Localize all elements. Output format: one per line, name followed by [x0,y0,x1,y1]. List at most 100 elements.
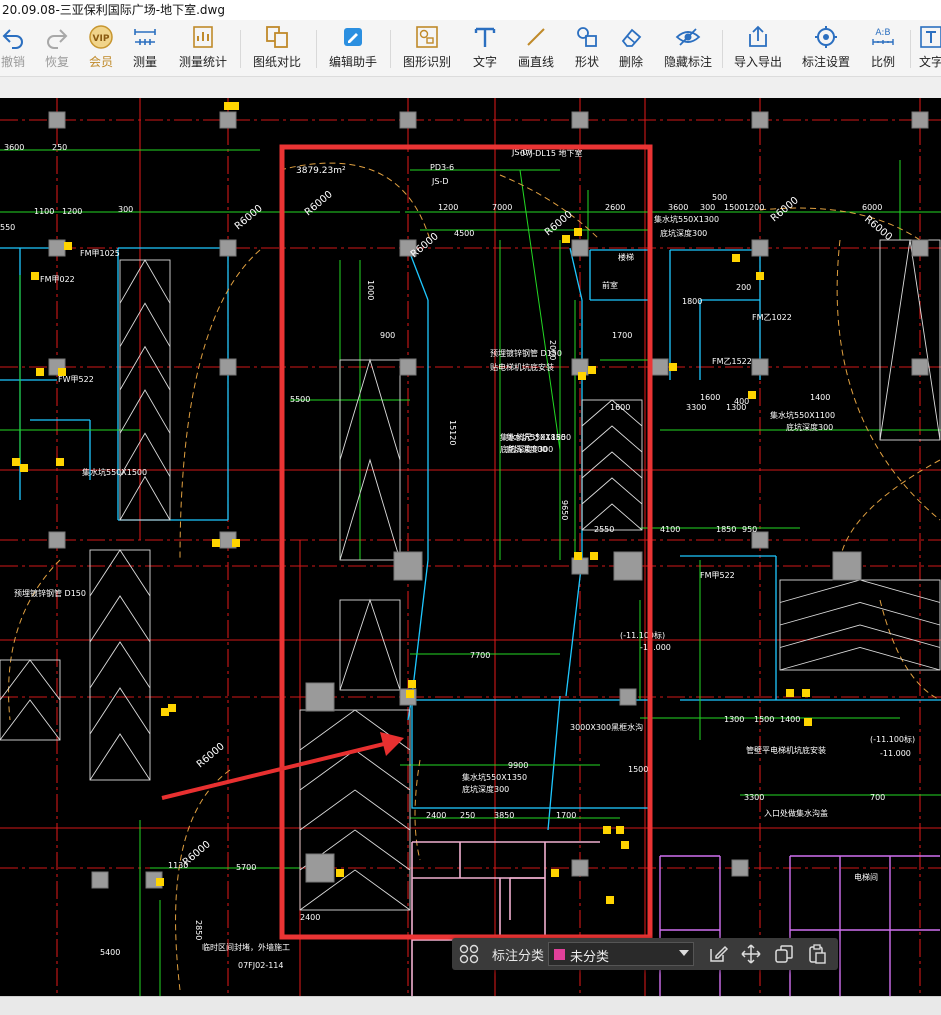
grid-icon[interactable] [458,943,480,965]
drawing-text: 1300 [724,715,744,724]
paste-icon[interactable] [806,943,828,965]
column [399,111,417,129]
vip-button[interactable]: VIP 会员 [84,24,118,72]
drawing-text: 1400 [810,393,830,402]
door-marker [621,841,629,849]
drawing-text: FM乙1522 [712,357,752,366]
column [219,239,237,257]
eye-hide-icon [675,28,701,46]
column [571,111,589,129]
copy-icon[interactable] [773,943,795,965]
ramp-hatch [339,598,401,691]
ramp-hatch [89,733,151,781]
ramp-hatch [779,579,941,603]
ramp-hatch [581,451,643,479]
drawing-text: 3300 [744,793,764,802]
redo-button[interactable]: 恢复 [40,24,74,72]
toolbar: 撤销 恢复 VIP 会员 测量 测量统计 图纸对比 编辑助手 图形识别 文字 画… [0,20,941,77]
column [613,551,643,581]
text-button-2[interactable]: 文字 [914,24,941,72]
text-label-2: 文字 [918,55,941,69]
door-marker [802,689,810,697]
drawing-text: 2550 [594,525,614,534]
category-label: 标注分类 [492,949,545,964]
drawing-text: 1700 [556,811,576,820]
compare-button[interactable]: 图纸对比 [250,24,304,72]
scale-button[interactable]: A:B 比例 [866,24,900,72]
pit-outline [411,699,651,809]
door-marker [31,272,39,280]
door-marker [231,102,239,110]
text-icon [920,26,941,48]
column [751,531,769,549]
shape-button[interactable]: 形状 [570,24,604,72]
column [911,358,929,376]
canvas-top-margin [0,77,941,98]
text-icon [474,27,496,47]
column [305,682,335,712]
column [48,239,66,257]
column [571,239,589,257]
edit-icon[interactable] [707,943,729,965]
drawing-text: 3300 [686,403,706,412]
drawing-text: 1500 [724,203,744,212]
drawing-text: 3600 [4,143,24,152]
undo-button[interactable]: 撤销 [0,24,30,72]
drawing-text: 集水坑550X1500 [82,467,147,477]
eraser-icon [621,28,642,47]
door-marker [156,878,164,886]
edit-assistant-button[interactable]: 编辑助手 [326,24,380,72]
ramp-hatch [581,477,643,505]
door-marker [669,363,677,371]
drawing-canvas[interactable]: 3879.23m² 3600 250 1100 1200 300 550 1200 7000 26… [0,98,941,996]
toolbar-separator [240,30,241,68]
drawing-text: 4100 [660,525,680,534]
door-marker [616,826,624,834]
category-color-swatch [554,949,565,960]
column [651,358,669,376]
door-marker [574,552,582,560]
measure-button[interactable]: 测量 [128,24,162,72]
ramp-outline [581,399,643,531]
line-icon [527,28,545,46]
drawing-text: 底坑深度300 [660,228,707,238]
drawing-texts: 3879.23m² 3600 250 1100 1200 300 550 1200 7000 26… [0,143,915,970]
draw-line-button[interactable]: 画直线 [514,24,558,72]
door-marker [168,704,176,712]
scale-label: 比例 [870,55,895,69]
ramp-hatch [299,749,411,791]
drawing-text: 入口处做集水沟盖 [764,808,828,818]
drawing-text: 550 [0,223,15,232]
delete-button[interactable]: 删除 [614,24,648,72]
door-marker [588,366,596,374]
hide-annotation-button[interactable]: 隐藏标注 [660,24,716,72]
door-marker [574,228,582,236]
shape-recognition-label: 图形识别 [402,55,451,69]
drawing-text: 500 [712,193,727,202]
shape-recognition-icon [416,26,438,48]
move-icon[interactable] [740,943,762,965]
drawing-text: 15120 [448,420,457,445]
drawing-text: 底坑深度300 [462,784,509,794]
column [399,358,417,376]
vip-icon: VIP [89,25,113,49]
drawing-text: -11.000 [880,749,911,758]
measure-stats-button[interactable]: 测量统计 [176,24,230,72]
scale-icon: A:B [872,28,894,45]
ramp-hatch [779,602,941,626]
column [393,551,423,581]
ramp-hatch [119,259,171,304]
drawing-text: (-11.100标) [870,734,915,744]
category-select[interactable]: 未分类 [548,942,694,966]
drawing-text: 贴电梯机坑底安装 [490,362,554,372]
annotation-settings-button[interactable]: 标注设置 [798,24,854,72]
text-button[interactable]: 文字 [468,24,502,72]
parking-arcs [8,162,941,991]
import-export-button[interactable]: 导入导出 [730,24,786,72]
door-marker [804,718,812,726]
delete-label: 删除 [618,55,643,69]
drawing-text: 1700 [612,331,632,340]
ramp-hatch [779,624,941,648]
shape-recognition-button[interactable]: 图形识别 [400,24,454,72]
drawing-text: 预埋镀锌钢管 D150 [490,348,562,358]
